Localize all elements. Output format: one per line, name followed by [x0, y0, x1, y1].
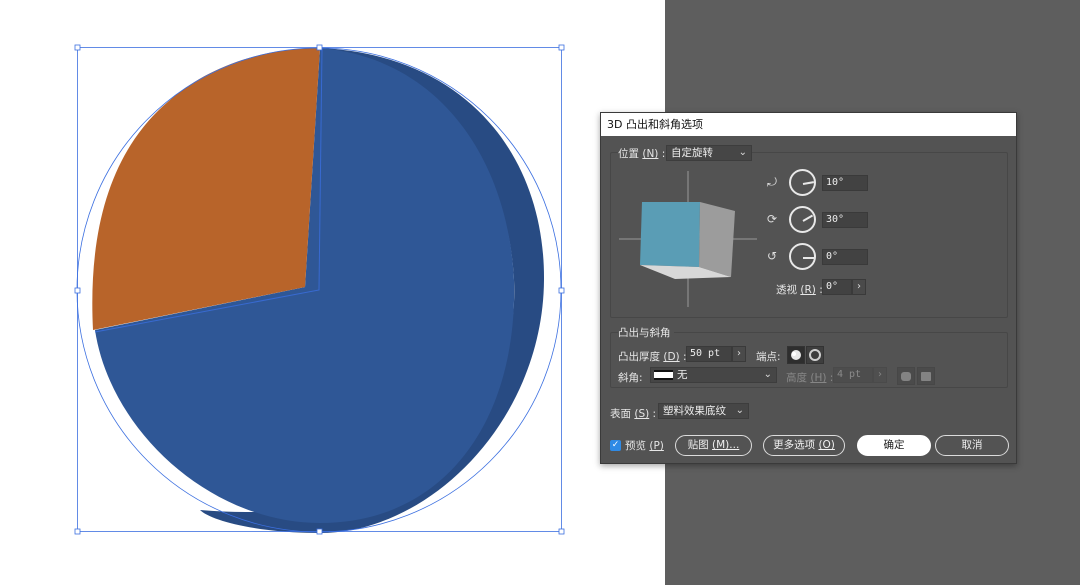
pie-artwork[interactable] [0, 0, 665, 585]
rotate-y-dial[interactable] [789, 206, 816, 233]
rotate-x-icon: ⤾ [767, 175, 777, 189]
rotate-y-field[interactable]: 30° [822, 212, 868, 228]
height-label: 高度 (H) : [786, 372, 834, 384]
extrude-depth-field[interactable]: 50 pt [686, 346, 732, 362]
ok-button[interactable]: 确定 [857, 435, 931, 456]
extrude-section-label: 凸出与斜角 [618, 325, 674, 340]
cap-on-button[interactable] [787, 346, 805, 364]
cap-label: 端点: [756, 351, 781, 363]
bevel-in-icon [921, 372, 931, 381]
extrude-depth-slider-button[interactable]: › [732, 346, 746, 362]
cap-off-icon [809, 349, 821, 361]
bevel-in-button[interactable] [917, 367, 935, 385]
cap-off-button[interactable] [806, 346, 824, 364]
rotate-x-dial[interactable] [789, 169, 816, 196]
dialog-title[interactable]: 3D 凸出和斜角选项 [601, 113, 1016, 136]
bevel-out-icon [901, 372, 911, 381]
position-dropdown[interactable]: 自定旋转 ⌄ [666, 145, 752, 161]
perspective-field[interactable]: 0° [822, 279, 852, 295]
bevel-dropdown[interactable]: 无 ⌄ [650, 367, 777, 383]
surface-dropdown[interactable]: 塑料效果底纹 ⌄ [658, 403, 749, 419]
height-slider-button[interactable]: › [873, 367, 887, 383]
pie-slice-orange [92, 48, 320, 330]
bevel-label: 斜角: [618, 372, 643, 384]
map-art-button[interactable]: 贴图 (M)... [675, 435, 752, 456]
artboard[interactable] [0, 0, 665, 585]
cancel-button[interactable]: 取消 [935, 435, 1009, 456]
bevel-swatch-icon [654, 370, 673, 380]
rotate-z-dial[interactable] [789, 243, 816, 270]
more-options-button[interactable]: 更多选项 (O) [763, 435, 845, 456]
rotate-z-icon: ↺ [767, 249, 778, 263]
rotate-x-field[interactable]: 10° [822, 175, 868, 191]
extrude-depth-label: 凸出厚度 (D) : [618, 351, 687, 363]
height-field[interactable]: 4 pt [833, 367, 873, 383]
preview-checkbox[interactable]: ✓ [610, 440, 621, 451]
preview-label[interactable]: 预览 (P) [625, 438, 664, 453]
rotate-y-icon: ⟳ [767, 212, 778, 226]
rotate-z-field[interactable]: 0° [822, 249, 868, 265]
bevel-out-button[interactable] [897, 367, 915, 385]
perspective-label: 透视 (R) : [776, 284, 823, 296]
cap-on-icon [791, 350, 801, 360]
perspective-slider-button[interactable]: › [852, 279, 866, 295]
surface-label: 表面 (S) : [610, 408, 657, 420]
extrude-bevel-dialog: 3D 凸出和斜角选项 位置 (N) : 自定旋转 ⌄ ⤾ 10° ⟳ 30° ↺ … [600, 112, 1017, 464]
position-label: 位置 (N) : [618, 146, 669, 161]
cube-rotation-preview[interactable] [617, 169, 759, 309]
